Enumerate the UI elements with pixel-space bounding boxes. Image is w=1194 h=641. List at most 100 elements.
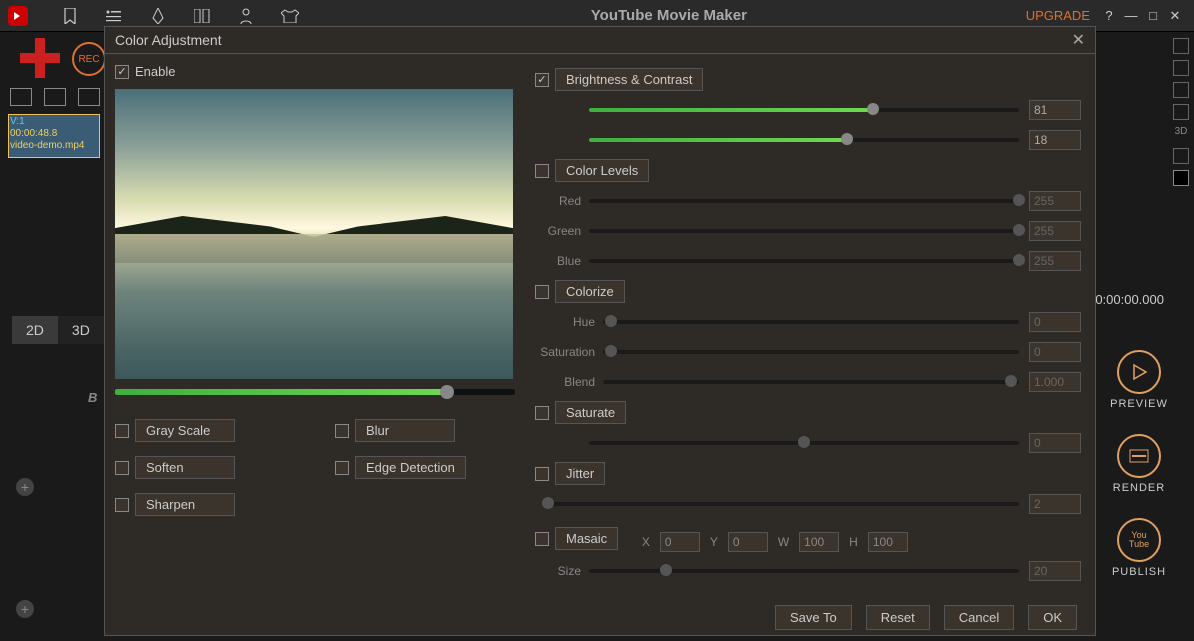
mosaic-size-value[interactable]: 20 — [1029, 561, 1081, 581]
media-type-tabs — [10, 88, 100, 106]
clip-track: V:1 — [10, 116, 98, 128]
close-icon[interactable]: ✕ — [1072, 30, 1085, 50]
mosaic-x-label: X — [642, 535, 650, 549]
strip-3d-label[interactable]: 3D — [1173, 126, 1189, 142]
strip-icon-3[interactable] — [1173, 82, 1189, 98]
help-icon[interactable]: ? — [1101, 8, 1117, 23]
view-mode-tabs: 2D 3D — [12, 316, 104, 344]
dialog-footer: Save To Reset Cancel OK — [105, 599, 1095, 635]
strip-icon-4[interactable] — [1173, 104, 1189, 120]
saturate-header: Saturate — [535, 401, 1081, 424]
green-slider[interactable] — [589, 229, 1019, 233]
pen-icon[interactable] — [146, 4, 170, 28]
mosaic-y-value[interactable]: 0 — [728, 532, 768, 552]
minimize-icon[interactable]: — — [1123, 8, 1139, 23]
save-to-button[interactable]: Save To — [775, 605, 852, 630]
mosaic-size-slider[interactable] — [589, 569, 1019, 573]
app-logo-icon — [8, 6, 28, 26]
contrast-value[interactable]: 18 — [1029, 130, 1081, 150]
upgrade-link[interactable]: UPGRADE — [1026, 8, 1090, 23]
jitter-slider[interactable] — [543, 502, 1019, 506]
mosaic-checkbox[interactable] — [535, 532, 549, 546]
blend-value[interactable]: 1.000 — [1029, 372, 1081, 392]
saturation-value[interactable]: 0 — [1029, 342, 1081, 362]
tab-3d[interactable]: 3D — [58, 316, 104, 344]
ok-button[interactable]: OK — [1028, 605, 1077, 630]
jitter-value[interactable]: 2 — [1029, 494, 1081, 514]
playhead-timestamp: 0:00:00.000 — [1095, 292, 1164, 307]
strip-color-swatch[interactable] — [1173, 170, 1189, 186]
strip-icon-1[interactable] — [1173, 38, 1189, 54]
brightness-slider[interactable] — [589, 108, 1019, 112]
saturate-checkbox[interactable] — [535, 406, 549, 420]
enable-checkbox[interactable]: ✓ — [115, 65, 129, 79]
mosaic-h-value[interactable]: 100 — [868, 532, 908, 552]
color-levels-label: Color Levels — [555, 159, 649, 182]
soften-button[interactable]: Soften — [115, 456, 255, 479]
photo-tab-icon[interactable] — [44, 88, 66, 106]
cancel-button[interactable]: Cancel — [944, 605, 1014, 630]
grayscale-button[interactable]: Gray Scale — [115, 419, 255, 442]
preview-button[interactable] — [1117, 350, 1161, 394]
publish-label: PUBLISH — [1104, 566, 1174, 578]
add-track-button-2[interactable]: + — [16, 600, 34, 618]
video-tab-icon[interactable] — [10, 88, 32, 106]
record-button[interactable]: REC — [72, 42, 106, 76]
add-track-button-1[interactable]: + — [16, 478, 34, 496]
saturation-label: Saturation — [535, 345, 595, 359]
publish-button[interactable]: YouTube — [1117, 518, 1161, 562]
bookmark-icon[interactable] — [58, 4, 82, 28]
mosaic-w-label: W — [778, 535, 789, 549]
brightness-checkbox[interactable]: ✓ — [535, 73, 549, 87]
strip-icon-2[interactable] — [1173, 60, 1189, 76]
blue-label: Blue — [535, 254, 581, 268]
color-levels-checkbox[interactable] — [535, 164, 549, 178]
blend-slider[interactable] — [603, 380, 1019, 384]
blue-slider[interactable] — [589, 259, 1019, 263]
saturation-slider[interactable] — [603, 350, 1019, 354]
render-button[interactable] — [1117, 434, 1161, 478]
colorize-header: Colorize — [535, 280, 1081, 303]
hue-value[interactable]: 0 — [1029, 312, 1081, 332]
green-value[interactable]: 255 — [1029, 221, 1081, 241]
reset-button[interactable]: Reset — [866, 605, 930, 630]
saturate-value[interactable]: 0 — [1029, 433, 1081, 453]
blue-value[interactable]: 255 — [1029, 251, 1081, 271]
media-clip-thumb[interactable]: V:1 00:00:48.8 video-demo.mp4 — [8, 114, 100, 158]
colorize-checkbox[interactable] — [535, 285, 549, 299]
audio-tab-icon[interactable] — [78, 88, 100, 106]
mosaic-x-value[interactable]: 0 — [660, 532, 700, 552]
red-slider[interactable] — [589, 199, 1019, 203]
maximize-icon[interactable]: □ — [1145, 8, 1161, 23]
layout-icon[interactable] — [190, 4, 214, 28]
track-label: B — [88, 390, 97, 405]
right-tool-strip: 3D — [1168, 32, 1194, 232]
preview-slider[interactable] — [115, 389, 515, 395]
tab-2d[interactable]: 2D — [12, 316, 58, 344]
mosaic-y-label: Y — [710, 535, 718, 549]
right-action-buttons: PREVIEW RENDER YouTube PUBLISH — [1104, 350, 1174, 602]
mosaic-header: Masaic — [535, 527, 618, 550]
contrast-slider[interactable] — [589, 138, 1019, 142]
jitter-label: Jitter — [555, 462, 605, 485]
brightness-value[interactable]: 81 — [1029, 100, 1081, 120]
jitter-checkbox[interactable] — [535, 467, 549, 481]
red-value[interactable]: 255 — [1029, 191, 1081, 211]
brightness-label: Brightness & Contrast — [555, 68, 703, 91]
add-media-icon[interactable] — [20, 38, 60, 78]
blur-button[interactable]: Blur — [335, 419, 475, 442]
saturate-slider[interactable] — [589, 441, 1019, 445]
strip-icon-5[interactable] — [1173, 148, 1189, 164]
mosaic-h-label: H — [849, 535, 858, 549]
enable-row: ✓ Enable — [115, 64, 515, 79]
list-icon[interactable] — [102, 4, 126, 28]
blend-label: Blend — [535, 375, 595, 389]
edge-detection-button[interactable]: Edge Detection — [335, 456, 475, 479]
person-icon[interactable] — [234, 4, 258, 28]
preview-label: PREVIEW — [1104, 398, 1174, 410]
shirt-icon[interactable] — [278, 4, 302, 28]
mosaic-w-value[interactable]: 100 — [799, 532, 839, 552]
close-window-icon[interactable]: ✕ — [1167, 8, 1183, 24]
sharpen-button[interactable]: Sharpen — [115, 493, 255, 516]
hue-slider[interactable] — [603, 320, 1019, 324]
